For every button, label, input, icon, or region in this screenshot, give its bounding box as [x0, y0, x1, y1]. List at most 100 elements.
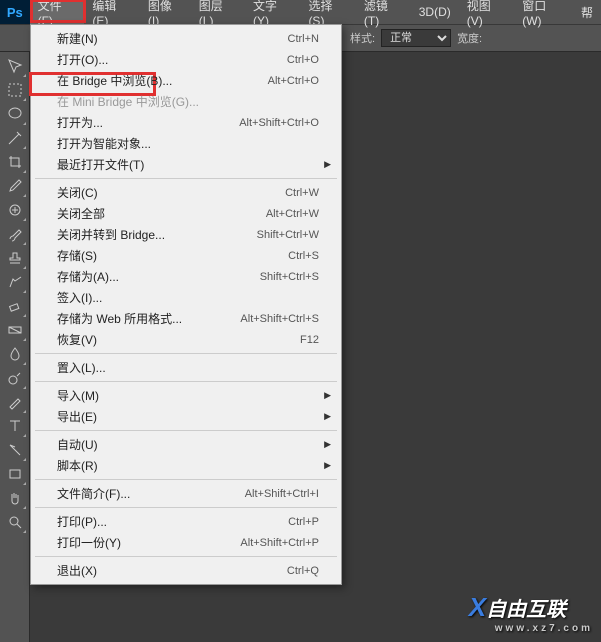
menuitem-打开为智能对象[interactable]: 打开为智能对象... — [33, 133, 339, 154]
menu-separator — [35, 556, 337, 557]
menuitem-打开O[interactable]: 打开(O)...Ctrl+O — [33, 49, 339, 70]
app-logo: Ps — [0, 0, 30, 24]
file-menu-dropdown: 新建(N)Ctrl+N打开(O)...Ctrl+O在 Bridge 中浏览(B)… — [30, 24, 342, 585]
menuitem-shortcut: Ctrl+P — [288, 516, 319, 528]
menuitem-label: 关闭并转到 Bridge... — [57, 226, 257, 243]
menuitem-在Bridge中浏览B[interactable]: 在 Bridge 中浏览(B)...Alt+Ctrl+O — [33, 70, 339, 91]
menu-编辑[interactable]: 编辑(E) — [84, 0, 139, 24]
menuitem-文件简介F[interactable]: 文件简介(F)...Alt+Shift+Ctrl+I — [33, 483, 339, 504]
menu-separator — [35, 353, 337, 354]
menuitem-关闭C[interactable]: 关闭(C)Ctrl+W — [33, 182, 339, 203]
menu-图像[interactable]: 图像(I) — [140, 0, 191, 24]
menuitem-shortcut: Ctrl+Q — [287, 565, 319, 577]
tool-pen[interactable] — [3, 390, 27, 414]
menu-separator — [35, 178, 337, 179]
menuitem-存储为Web所用格式[interactable]: 存储为 Web 所用格式...Alt+Shift+Ctrl+S — [33, 308, 339, 329]
menuitem-存储S[interactable]: 存储(S)Ctrl+S — [33, 245, 339, 266]
menu-图层[interactable]: 图层(L) — [191, 0, 245, 24]
menu-文字[interactable]: 文字(Y) — [245, 0, 300, 24]
menuitem-shortcut: Ctrl+W — [285, 187, 319, 199]
tool-stamp[interactable] — [3, 246, 27, 270]
menuitem-签入I[interactable]: 签入(I)... — [33, 287, 339, 308]
menuitem-恢复V[interactable]: 恢复(V)F12 — [33, 329, 339, 350]
menuitem-在MiniBridge中浏览G: 在 Mini Bridge 中浏览(G)... — [33, 91, 339, 112]
tool-dodge[interactable] — [3, 366, 27, 390]
tool-path[interactable] — [3, 438, 27, 462]
menuitem-label: 关闭(C) — [57, 184, 285, 201]
menu-窗口[interactable]: 窗口(W) — [514, 0, 573, 24]
menuitem-label: 最近打开文件(T) — [57, 156, 319, 173]
menuitem-shortcut: Alt+Ctrl+O — [268, 75, 319, 87]
menu-separator — [35, 381, 337, 382]
style-label: 样式: — [350, 30, 375, 46]
tool-history[interactable] — [3, 270, 27, 294]
tool-move[interactable] — [3, 54, 27, 78]
menuitem-shortcut: Shift+Ctrl+S — [260, 271, 319, 283]
menuitem-shortcut: Ctrl+O — [287, 54, 319, 66]
menuitem-label: 恢复(V) — [57, 331, 300, 348]
menuitem-label: 打开为智能对象... — [57, 135, 319, 152]
menuitem-label: 导出(E) — [57, 408, 319, 425]
menuitem-label: 置入(L)... — [57, 359, 319, 376]
menuitem-label: 文件简介(F)... — [57, 485, 245, 502]
menuitem-label: 在 Bridge 中浏览(B)... — [57, 72, 268, 89]
menuitem-shortcut: Alt+Ctrl+W — [266, 208, 319, 220]
menuitem-label: 存储(S) — [57, 247, 288, 264]
menuitem-存储为A[interactable]: 存储为(A)...Shift+Ctrl+S — [33, 266, 339, 287]
menuitem-label: 签入(I)... — [57, 289, 319, 306]
menuitem-label: 关闭全部 — [57, 205, 266, 222]
menuitem-打印P[interactable]: 打印(P)...Ctrl+P — [33, 511, 339, 532]
menuitem-打开为[interactable]: 打开为...Alt+Shift+Ctrl+O — [33, 112, 339, 133]
style-select[interactable]: 正常 — [381, 29, 451, 47]
tool-brush[interactable] — [3, 222, 27, 246]
menuitem-导入M[interactable]: 导入(M) — [33, 385, 339, 406]
menuitem-label: 打开为... — [57, 114, 239, 131]
menu-separator — [35, 430, 337, 431]
menu-帮[interactable]: 帮 — [573, 0, 601, 24]
menu-滤镜[interactable]: 滤镜(T) — [356, 0, 411, 24]
tool-eraser[interactable] — [3, 294, 27, 318]
menu-separator — [35, 479, 337, 480]
tool-eyedrop[interactable] — [3, 174, 27, 198]
menuitem-退出X[interactable]: 退出(X)Ctrl+Q — [33, 560, 339, 581]
menuitem-shortcut: Ctrl+S — [288, 250, 319, 262]
menu-3d[interactable]: 3D(D) — [411, 0, 459, 24]
menuitem-脚本R[interactable]: 脚本(R) — [33, 455, 339, 476]
tool-marquee[interactable] — [3, 78, 27, 102]
tool-rect[interactable] — [3, 462, 27, 486]
menuitem-新建N[interactable]: 新建(N)Ctrl+N — [33, 28, 339, 49]
tool-type[interactable] — [3, 414, 27, 438]
menuitem-关闭并转到Bridge[interactable]: 关闭并转到 Bridge...Shift+Ctrl+W — [33, 224, 339, 245]
tool-gradient[interactable] — [3, 318, 27, 342]
menuitem-shortcut: Alt+Shift+Ctrl+P — [240, 537, 319, 549]
menubar: Ps 文件(F)编辑(E)图像(I)图层(L)文字(Y)选择(S)滤镜(T)3D… — [0, 0, 601, 24]
menuitem-自动U[interactable]: 自动(U) — [33, 434, 339, 455]
tool-blur[interactable] — [3, 342, 27, 366]
menuitem-label: 打印(P)... — [57, 513, 288, 530]
menuitem-label: 脚本(R) — [57, 457, 319, 474]
menuitem-打印一份Y[interactable]: 打印一份(Y)Alt+Shift+Ctrl+P — [33, 532, 339, 553]
menuitem-shortcut: Ctrl+N — [288, 33, 319, 45]
menuitem-label: 存储为(A)... — [57, 268, 260, 285]
menuitem-shortcut: Alt+Shift+Ctrl+O — [239, 117, 319, 129]
menuitem-置入L[interactable]: 置入(L)... — [33, 357, 339, 378]
menuitem-label: 退出(X) — [57, 562, 287, 579]
tool-crop[interactable] — [3, 150, 27, 174]
tool-zoom[interactable] — [3, 510, 27, 534]
watermark: X自由互联 www.xz7.com — [469, 592, 593, 634]
menuitem-label: 新建(N) — [57, 30, 288, 47]
menuitem-最近打开文件T[interactable]: 最近打开文件(T) — [33, 154, 339, 175]
tool-lasso[interactable] — [3, 102, 27, 126]
menuitem-关闭全部[interactable]: 关闭全部Alt+Ctrl+W — [33, 203, 339, 224]
tool-hand[interactable] — [3, 486, 27, 510]
menu-文件[interactable]: 文件(F) — [30, 0, 85, 24]
menuitem-label: 自动(U) — [57, 436, 319, 453]
tool-heal[interactable] — [3, 198, 27, 222]
menuitem-导出E[interactable]: 导出(E) — [33, 406, 339, 427]
menu-选择[interactable]: 选择(S) — [300, 0, 355, 24]
menuitem-label: 导入(M) — [57, 387, 319, 404]
menuitem-label: 在 Mini Bridge 中浏览(G)... — [57, 93, 319, 110]
menu-视图[interactable]: 视图(V) — [459, 0, 514, 24]
menu-separator — [35, 507, 337, 508]
tool-wand[interactable] — [3, 126, 27, 150]
